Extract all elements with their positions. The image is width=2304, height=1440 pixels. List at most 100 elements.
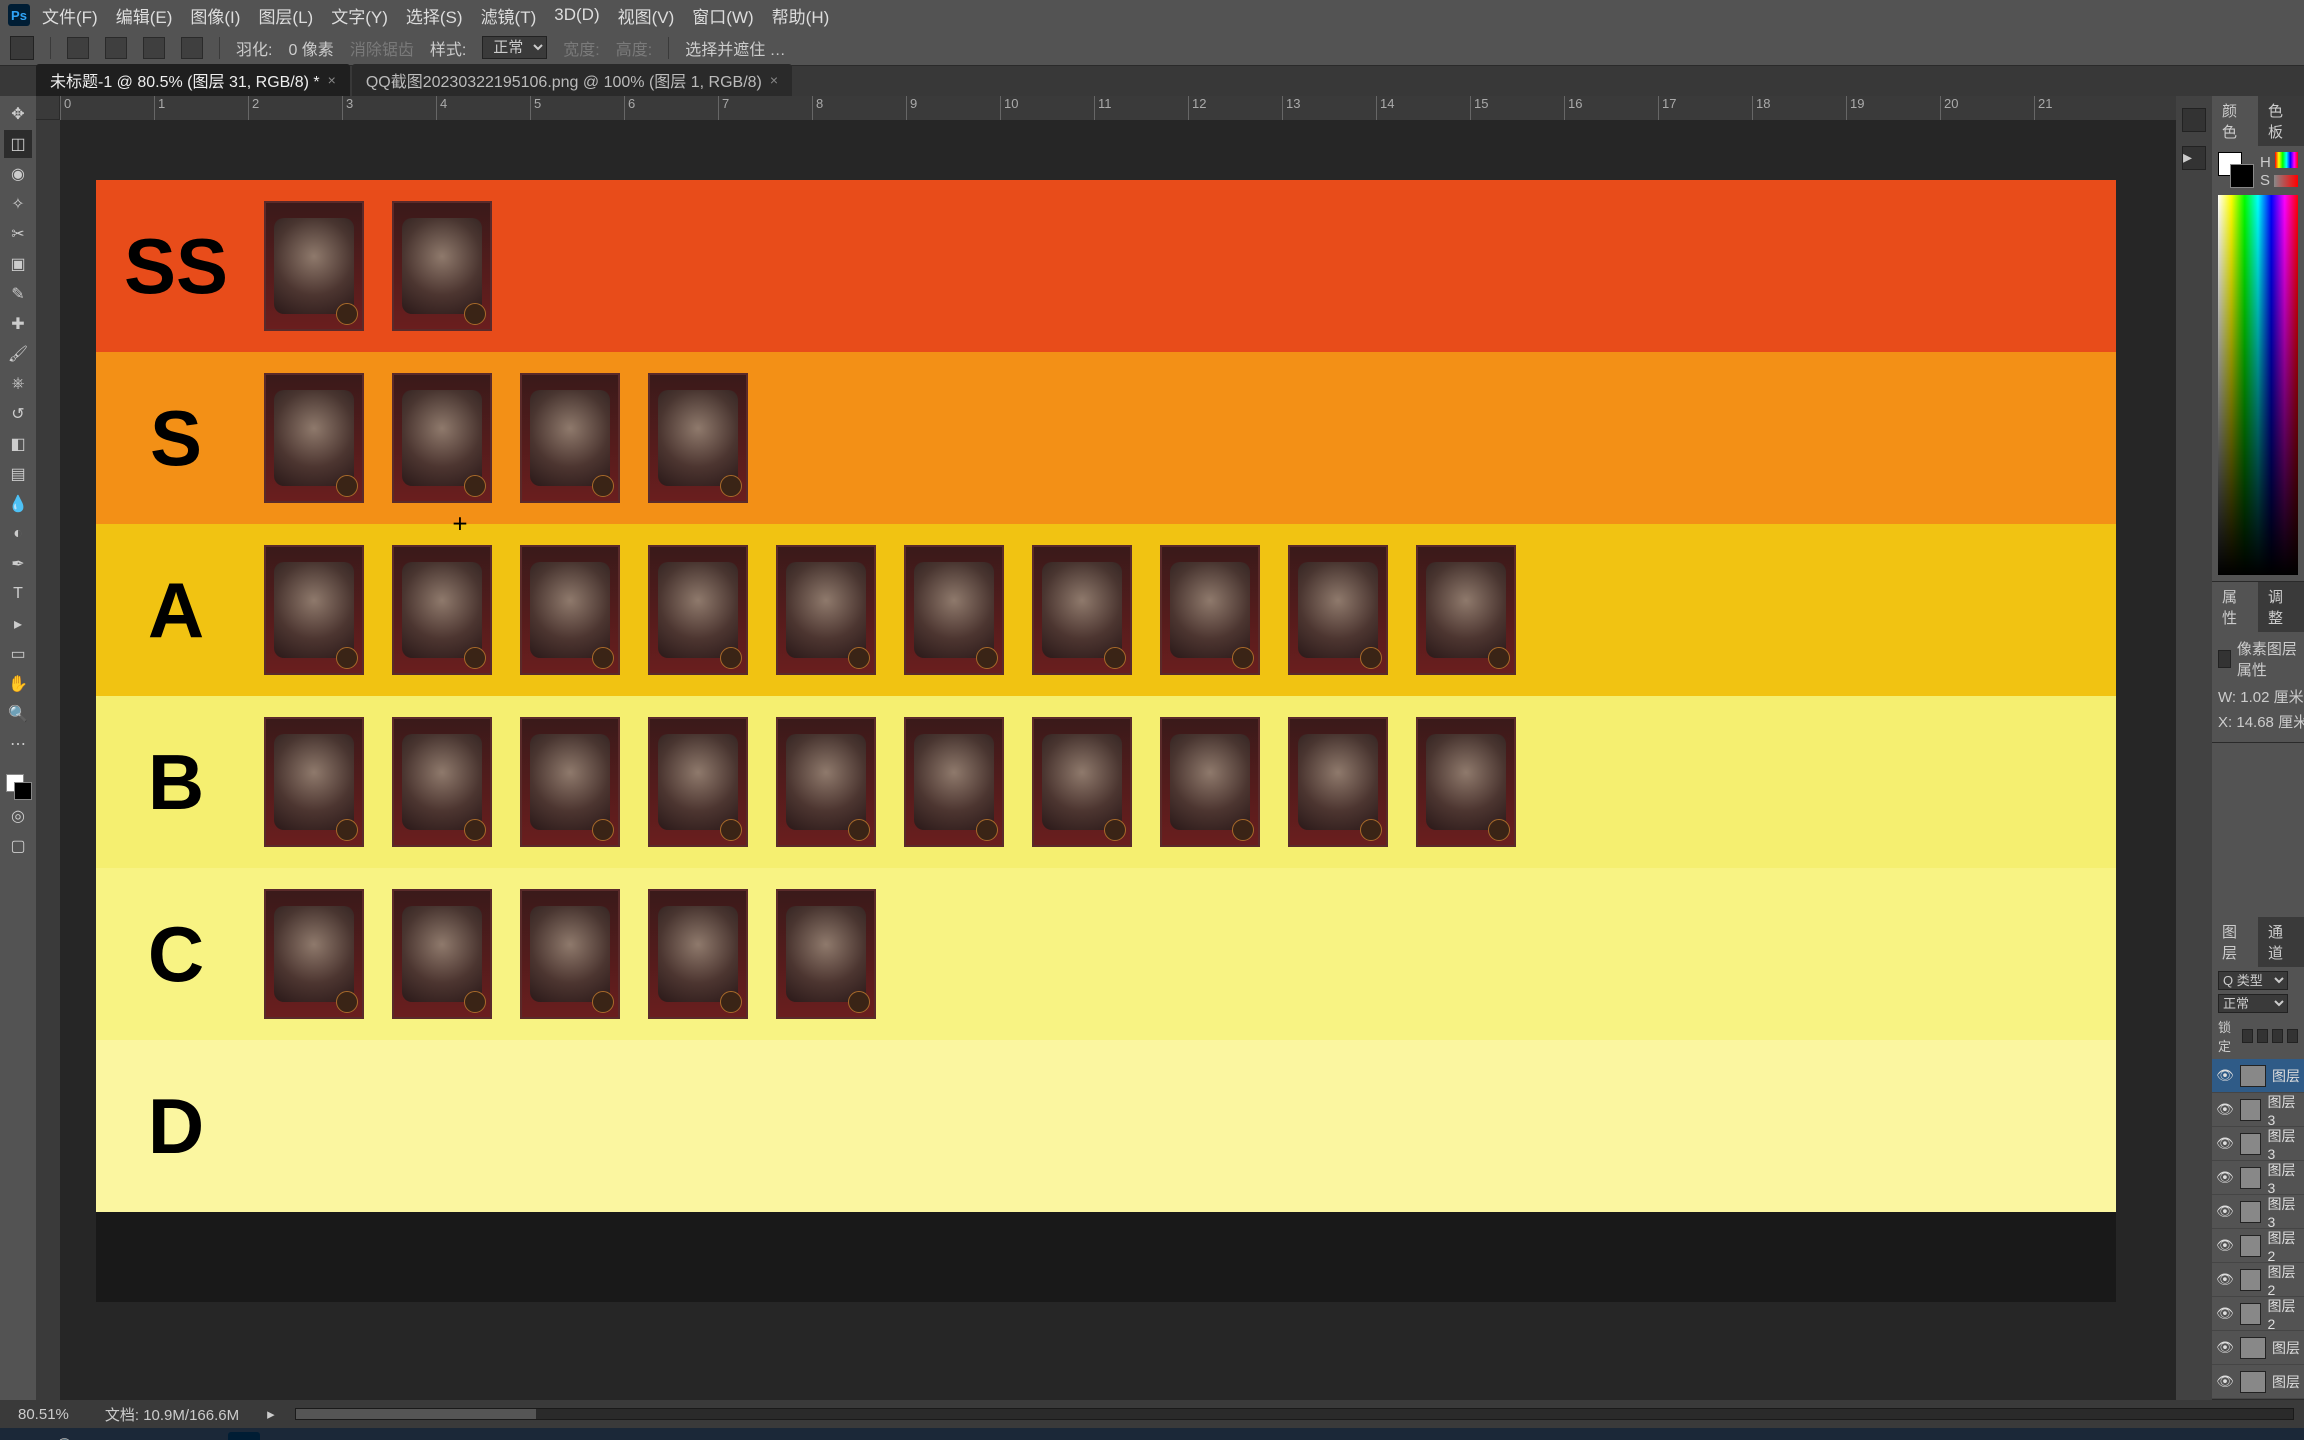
selection-intersect-icon[interactable] — [181, 37, 203, 59]
hand-tool-icon[interactable]: ✋ — [4, 670, 32, 698]
character-portrait[interactable] — [264, 717, 364, 847]
shape-tool-icon[interactable]: ▭ — [4, 640, 32, 668]
menu-layer[interactable]: 图层(L) — [258, 3, 313, 28]
document[interactable]: SSSABCD — [96, 180, 2116, 1302]
layer-row[interactable]: 👁 图层 3 — [2212, 1195, 2304, 1229]
character-portrait[interactable] — [1416, 545, 1516, 675]
layer-row[interactable]: 👁图层 — [2212, 1365, 2304, 1399]
visibility-icon[interactable]: 👁 — [2216, 1101, 2234, 1118]
zoom-level[interactable]: 80.51% — [10, 1406, 77, 1423]
layer-row[interactable]: 👁图层 2 — [2212, 1297, 2304, 1331]
layer-name[interactable]: 图层 3 — [2267, 1160, 2300, 1196]
tier-row-s[interactable]: S — [96, 352, 2116, 524]
layer-thumbnail[interactable] — [2240, 1303, 2262, 1325]
tier-row-d[interactable]: D — [96, 1040, 2116, 1212]
history-brush-tool-icon[interactable]: ↺ — [4, 400, 32, 428]
layer-thumbnail[interactable] — [2240, 1065, 2266, 1087]
sat-slider[interactable] — [2274, 175, 2298, 187]
layer-kind-filter[interactable]: Q 类型 — [2218, 971, 2288, 990]
character-portrait[interactable] — [1288, 717, 1388, 847]
prop-w-value[interactable]: 1.02 厘米 — [2240, 689, 2303, 706]
gradient-tool-icon[interactable]: ▤ — [4, 460, 32, 488]
menu-edit[interactable]: 编辑(E) — [116, 3, 173, 28]
wechat-icon[interactable]: ▣ — [140, 1432, 172, 1440]
close-icon[interactable]: × — [770, 72, 778, 88]
prop-x-value[interactable]: 14.68 厘米 — [2236, 714, 2304, 731]
chrome-icon[interactable]: ◉ — [272, 1432, 304, 1440]
layer-thumbnail[interactable] — [2240, 1099, 2262, 1121]
vertical-ruler[interactable] — [36, 120, 60, 1400]
quick-select-tool-icon[interactable]: ✧ — [4, 190, 32, 218]
layer-thumbnail[interactable] — [2240, 1167, 2262, 1189]
menu-3d[interactable]: 3D(D) — [554, 5, 599, 25]
color-swatches[interactable] — [4, 772, 32, 800]
background-swatch[interactable] — [14, 782, 32, 800]
character-portrait[interactable] — [776, 717, 876, 847]
lock-pixels-icon[interactable] — [2242, 1029, 2253, 1043]
visibility-icon[interactable]: 👁 — [2216, 1373, 2234, 1390]
layer-row[interactable]: 👁 图层 — [2212, 1059, 2304, 1093]
character-portrait[interactable] — [520, 889, 620, 1019]
character-portrait[interactable] — [776, 889, 876, 1019]
menu-window[interactable]: 窗口(W) — [692, 3, 753, 28]
character-portrait[interactable] — [648, 545, 748, 675]
app2-icon[interactable]: ◓ — [316, 1432, 348, 1440]
layer-name[interactable]: 图层 — [2272, 1066, 2300, 1086]
menu-file[interactable]: 文件(F) — [42, 3, 98, 28]
visibility-icon[interactable]: 👁 — [2216, 1169, 2234, 1186]
visibility-icon[interactable]: 👁 — [2216, 1203, 2234, 1220]
layer-thumbnail[interactable] — [2240, 1371, 2266, 1393]
character-portrait[interactable] — [392, 545, 492, 675]
lock-all-icon[interactable] — [2272, 1029, 2283, 1043]
type-tool-icon[interactable]: T — [4, 580, 32, 608]
layer-name[interactable]: 图层 3 — [2267, 1194, 2300, 1230]
frame-tool-icon[interactable]: ▣ — [4, 250, 32, 278]
layer-name[interactable]: 图层 3 — [2267, 1092, 2300, 1128]
character-portrait[interactable] — [904, 717, 1004, 847]
layer-row[interactable]: 👁 图层 — [2212, 1331, 2304, 1365]
document-tab-2[interactable]: QQ截图20230322195106.png @ 100% (图层 1, RGB… — [352, 64, 792, 96]
start-button[interactable]: ⊞ — [8, 1432, 40, 1440]
layer-thumbnail[interactable] — [2240, 1337, 2266, 1359]
close-icon[interactable]: × — [328, 72, 336, 88]
style-select[interactable]: 正常 — [482, 36, 547, 59]
marquee-tool-icon[interactable]: ◫ — [4, 130, 32, 158]
horizontal-ruler[interactable]: 0123456789101112131415161718192021 — [60, 96, 2176, 120]
zoom-tool-icon[interactable]: 🔍 — [4, 700, 32, 728]
layer-row[interactable]: 👁图层 2 — [2212, 1263, 2304, 1297]
character-portrait[interactable] — [264, 201, 364, 331]
lock-artboard-icon[interactable] — [2287, 1029, 2298, 1043]
quick-mask-icon[interactable]: ◎ — [4, 802, 32, 830]
character-portrait[interactable] — [392, 717, 492, 847]
layer-thumbnail[interactable] — [2240, 1133, 2262, 1155]
layer-row[interactable]: 👁 图层 3 — [2212, 1093, 2304, 1127]
character-portrait[interactable] — [1160, 717, 1260, 847]
character-portrait[interactable] — [264, 889, 364, 1019]
blur-tool-icon[interactable]: 💧 — [4, 490, 32, 518]
character-portrait[interactable] — [904, 545, 1004, 675]
character-portrait[interactable] — [264, 373, 364, 503]
menu-filter[interactable]: 滤镜(T) — [481, 3, 537, 28]
photoshop-icon[interactable]: Ps — [228, 1432, 260, 1440]
visibility-icon[interactable]: 👁 — [2216, 1067, 2234, 1084]
character-portrait[interactable] — [392, 201, 492, 331]
stamp-tool-icon[interactable]: ⎈ — [4, 370, 32, 398]
history-panel-icon[interactable] — [2182, 108, 2206, 132]
doc-size[interactable]: 文档: 10.9M/166.6M — [97, 1404, 247, 1425]
visibility-icon[interactable]: 👁 — [2216, 1339, 2234, 1356]
panel-expand-icon[interactable]: ▸ — [2182, 146, 2206, 170]
selection-add-icon[interactable] — [105, 37, 127, 59]
character-portrait[interactable] — [1160, 545, 1260, 675]
visibility-icon[interactable]: 👁 — [2216, 1237, 2234, 1254]
layer-name[interactable]: 图层 — [2272, 1338, 2300, 1358]
eyedropper-tool-icon[interactable]: ✎ — [4, 280, 32, 308]
character-portrait[interactable] — [392, 889, 492, 1019]
menu-select[interactable]: 选择(S) — [406, 3, 463, 28]
feather-value[interactable]: 0 像素 — [288, 36, 333, 60]
search-icon[interactable]: 🔍 — [52, 1432, 84, 1440]
path-select-tool-icon[interactable]: ▸ — [4, 610, 32, 638]
selection-subtract-icon[interactable] — [143, 37, 165, 59]
app-icon[interactable]: ◆ — [184, 1432, 216, 1440]
layer-row[interactable]: 👁图层 3 — [2212, 1127, 2304, 1161]
character-portrait[interactable] — [648, 889, 748, 1019]
